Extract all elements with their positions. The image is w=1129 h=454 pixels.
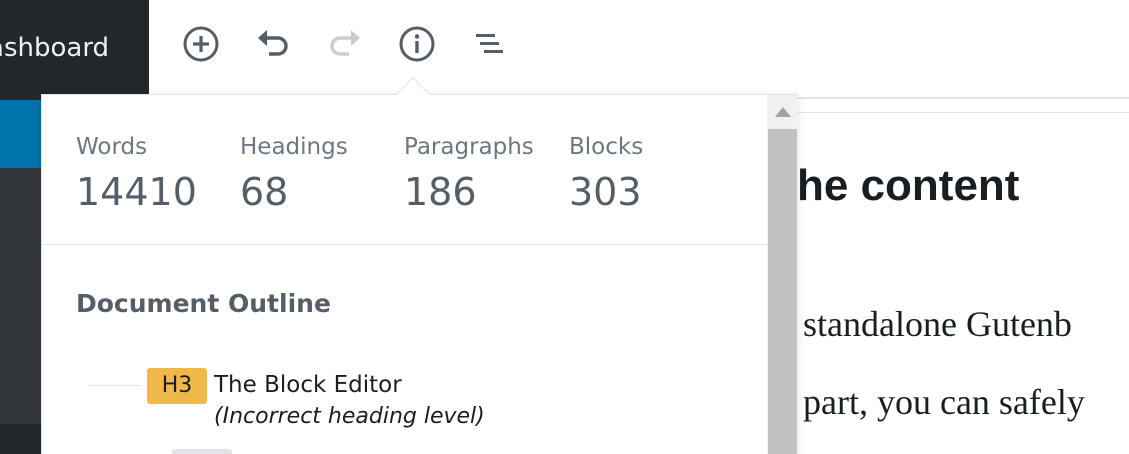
stat-blocks: Blocks 303 — [569, 131, 643, 217]
document-outline-title: Document Outline — [76, 289, 331, 318]
redo-button[interactable] — [323, 22, 367, 66]
plus-circle-icon — [183, 26, 219, 62]
editor-toolbar — [149, 0, 1129, 96]
triangle-up-icon — [774, 107, 791, 117]
stat-paragraphs: Paragraphs 186 — [404, 131, 534, 217]
stat-label: Blocks — [569, 134, 644, 160]
post-heading[interactable]: he content — [797, 161, 1019, 211]
outline-item[interactable]: H3 The Block Editor (Incorrect heading l… — [42, 365, 767, 445]
scrollbar-thumb[interactable] — [768, 129, 797, 454]
list-icon — [476, 34, 503, 53]
stat-value: 68 — [240, 170, 289, 214]
popover-scrollbar[interactable] — [767, 95, 798, 454]
paragraph-line[interactable]: standalone Gutenb — [803, 303, 1072, 345]
add-block-button[interactable] — [179, 22, 223, 66]
heading-level-badge — [172, 449, 232, 454]
stat-label: Words — [76, 134, 148, 160]
undo-icon — [258, 30, 288, 56]
document-stats: Words 14410 Headings 68 Paragraphs 186 B… — [42, 95, 767, 245]
editor-screen: Dashboard he content standalone Gutenb p… — [0, 0, 1129, 454]
sidebar-item-dashboard[interactable]: Dashboard — [0, 0, 149, 100]
paragraph-line[interactable]: part, you can safely — [803, 381, 1085, 423]
content-divider — [797, 112, 1129, 113]
outline-item-label[interactable]: The Block Editor — [214, 368, 402, 402]
content-structure-button[interactable] — [395, 22, 439, 66]
redo-icon — [330, 30, 360, 56]
scroll-up-button[interactable] — [767, 95, 798, 129]
stat-value: 14410 — [76, 170, 197, 214]
undo-button[interactable] — [251, 22, 295, 66]
block-navigation-button[interactable] — [467, 22, 511, 66]
editor-content[interactable]: he content standalone Gutenb part, you c… — [797, 113, 1129, 454]
info-icon — [399, 26, 435, 62]
stat-value: 303 — [569, 170, 642, 214]
stat-value: 186 — [404, 170, 477, 214]
toolbar-divider — [797, 97, 1129, 99]
stat-headings: Headings 68 — [240, 131, 348, 217]
stat-label: Headings — [240, 134, 348, 160]
stat-words: Words 14410 — [76, 131, 197, 217]
sidebar-item-label: Dashboard — [0, 33, 110, 63]
stat-label: Paragraphs — [404, 134, 534, 160]
table-of-contents-popover: Words 14410 Headings 68 Paragraphs 186 B… — [41, 94, 798, 454]
heading-level-badge: H3 — [147, 368, 207, 404]
outline-connector — [88, 385, 140, 386]
outline-item-warning: (Incorrect heading level) — [214, 404, 485, 429]
popover-scroll-area[interactable]: Words 14410 Headings 68 Paragraphs 186 B… — [42, 95, 767, 454]
